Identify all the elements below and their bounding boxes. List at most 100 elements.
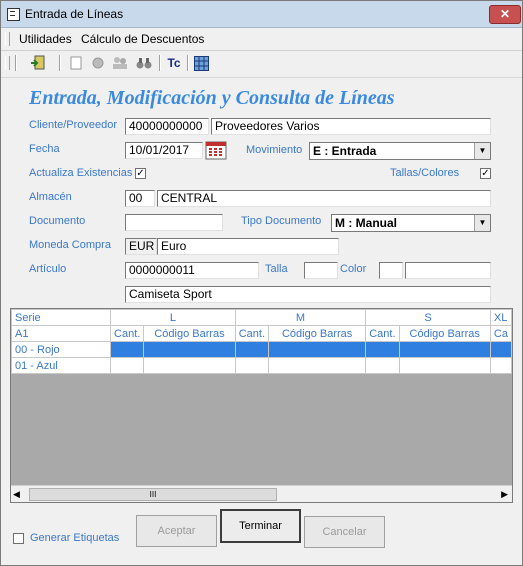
moneda-label: Moneda Compra: [29, 239, 111, 251]
actualiza-checkbox[interactable]: ✓: [135, 168, 146, 179]
movimiento-label: Movimiento: [246, 144, 303, 156]
toolbar: Tc: [1, 51, 522, 78]
tipo-documento-value: M : Manual: [335, 216, 397, 230]
tallas-checkbox[interactable]: ✓: [480, 168, 491, 179]
generar-etiquetas-checkbox[interactable]: [13, 533, 24, 544]
cant-header: Cant.: [365, 325, 400, 342]
menu-calculo-descuentos[interactable]: Cálculo de Descuentos: [81, 32, 204, 46]
almacen-code-field[interactable]: 00: [125, 190, 155, 207]
movimiento-value: E : Entrada: [313, 144, 377, 158]
grid-cell[interactable]: [398, 341, 491, 358]
codigo-barras-header: Código Barras: [143, 325, 236, 342]
tc-icon[interactable]: Tc: [165, 54, 183, 72]
grid-size-header-row: Serie L M S XL: [11, 309, 512, 326]
documento-label: Documento: [29, 215, 86, 227]
toolbar-separator: [59, 55, 61, 71]
cancelar-button[interactable]: Cancelar: [304, 516, 385, 548]
cant-header: Cant.: [110, 325, 145, 342]
close-button[interactable]: ✕: [489, 5, 523, 24]
calendar-icon[interactable]: [205, 141, 227, 160]
codigo-barras-header: Código Barras: [398, 325, 491, 342]
chevron-down-icon[interactable]: ▼: [474, 143, 490, 159]
table-row[interactable]: 01 - Azul: [11, 357, 512, 374]
size-header: S: [365, 309, 491, 326]
chevron-down-icon[interactable]: ▼: [474, 215, 490, 231]
app-icon: [7, 8, 20, 21]
tallas-label: Tallas/Colores: [390, 167, 460, 179]
ca-header: Ca: [489, 325, 512, 342]
aceptar-button[interactable]: Aceptar: [136, 515, 217, 547]
grid-cell[interactable]: [110, 341, 145, 358]
almacen-label: Almacén: [29, 191, 72, 203]
binoculars-icon[interactable]: [135, 54, 153, 72]
grid-column-header-row: A1 Cant. Código Barras Cant. Código Barr…: [11, 325, 512, 342]
grid-cell[interactable]: [234, 341, 270, 358]
almacen-name-field: CENTRAL: [157, 190, 491, 207]
scroll-right-icon[interactable]: ▶: [501, 489, 508, 500]
grid-cell[interactable]: [268, 357, 367, 374]
size-header: L: [110, 309, 236, 326]
row-color-label: 01 - Azul: [11, 357, 112, 374]
serie-value: A1: [11, 325, 112, 342]
grid-cell[interactable]: [365, 357, 400, 374]
grid-cell[interactable]: [143, 357, 236, 374]
moneda-code-field: EUR: [125, 238, 157, 255]
new-doc-icon[interactable]: [67, 54, 85, 72]
moneda-name-field: Euro: [157, 238, 339, 255]
talla-label: Talla: [265, 263, 288, 275]
grid-icon[interactable]: [192, 54, 210, 72]
grid-cell[interactable]: [489, 357, 512, 374]
cliente-label: Cliente/Proveedor: [29, 119, 118, 131]
fecha-field[interactable]: 10/01/2017: [125, 142, 203, 159]
lines-grid[interactable]: Serie L M S XL A1 Cant. Código Barras Ca…: [10, 308, 513, 503]
exit-icon[interactable]: [29, 54, 47, 72]
fecha-label: Fecha: [29, 143, 60, 155]
documento-field[interactable]: [125, 214, 223, 231]
cliente-code-field[interactable]: 40000000000: [125, 118, 209, 135]
color-code-field[interactable]: [379, 262, 403, 279]
people-icon[interactable]: [111, 54, 129, 72]
codigo-barras-header: Código Barras: [268, 325, 367, 342]
grid-cell[interactable]: [234, 357, 270, 374]
main-window: Entrada de Líneas ✕ Utilidades Cálculo d…: [0, 0, 523, 566]
articulo-label: Artículo: [29, 263, 67, 275]
grid-cell[interactable]: [110, 357, 145, 374]
color-name-field: [405, 262, 491, 279]
paint-icon[interactable]: [89, 54, 107, 72]
actualiza-label: Actualiza Existencias: [29, 167, 133, 179]
talla-field[interactable]: [304, 262, 338, 279]
articulo-code-field[interactable]: 0000000011: [125, 262, 259, 279]
row-color-label: 00 - Rojo: [11, 341, 112, 358]
grid-cell[interactable]: [268, 341, 367, 358]
table-row[interactable]: 00 - Rojo: [11, 341, 512, 358]
menu-grip: [5, 32, 10, 46]
toolbar-separator: [159, 55, 161, 71]
close-icon[interactable]: ✕: [489, 5, 521, 24]
tipo-documento-label: Tipo Documento: [241, 215, 322, 227]
tipo-documento-select[interactable]: M : Manual ▼: [331, 214, 491, 232]
articulo-desc-field: Camiseta Sport: [125, 286, 491, 303]
toolbar-separator: [187, 55, 189, 71]
grid-cell[interactable]: [489, 341, 512, 358]
horizontal-scrollbar[interactable]: ◀ III ▶: [11, 485, 512, 502]
serie-header: Serie: [11, 309, 112, 326]
title-bar[interactable]: Entrada de Líneas ✕: [1, 1, 522, 28]
size-header: XL: [489, 309, 512, 326]
cant-header: Cant.: [234, 325, 270, 342]
grid-cell[interactable]: [398, 357, 491, 374]
movimiento-select[interactable]: E : Entrada ▼: [309, 142, 491, 160]
scroll-thumb[interactable]: III: [29, 488, 277, 501]
color-label: Color: [340, 263, 367, 275]
menu-utilidades[interactable]: Utilidades: [19, 32, 72, 46]
window-title: Entrada de Líneas: [25, 7, 124, 21]
grid-cell[interactable]: [365, 341, 400, 358]
scroll-left-icon[interactable]: ◀: [13, 489, 20, 500]
size-header: M: [234, 309, 367, 326]
page-heading: Entrada, Modificación y Consulta de Líne…: [29, 87, 395, 109]
toolbar-grip: [5, 56, 10, 70]
toolbar-separator: [15, 55, 17, 71]
generar-etiquetas-label: Generar Etiquetas: [30, 532, 120, 544]
grid-cell[interactable]: [143, 341, 236, 358]
terminar-button[interactable]: Terminar: [220, 509, 301, 543]
cliente-name-field: Proveedores Varios: [211, 118, 491, 135]
